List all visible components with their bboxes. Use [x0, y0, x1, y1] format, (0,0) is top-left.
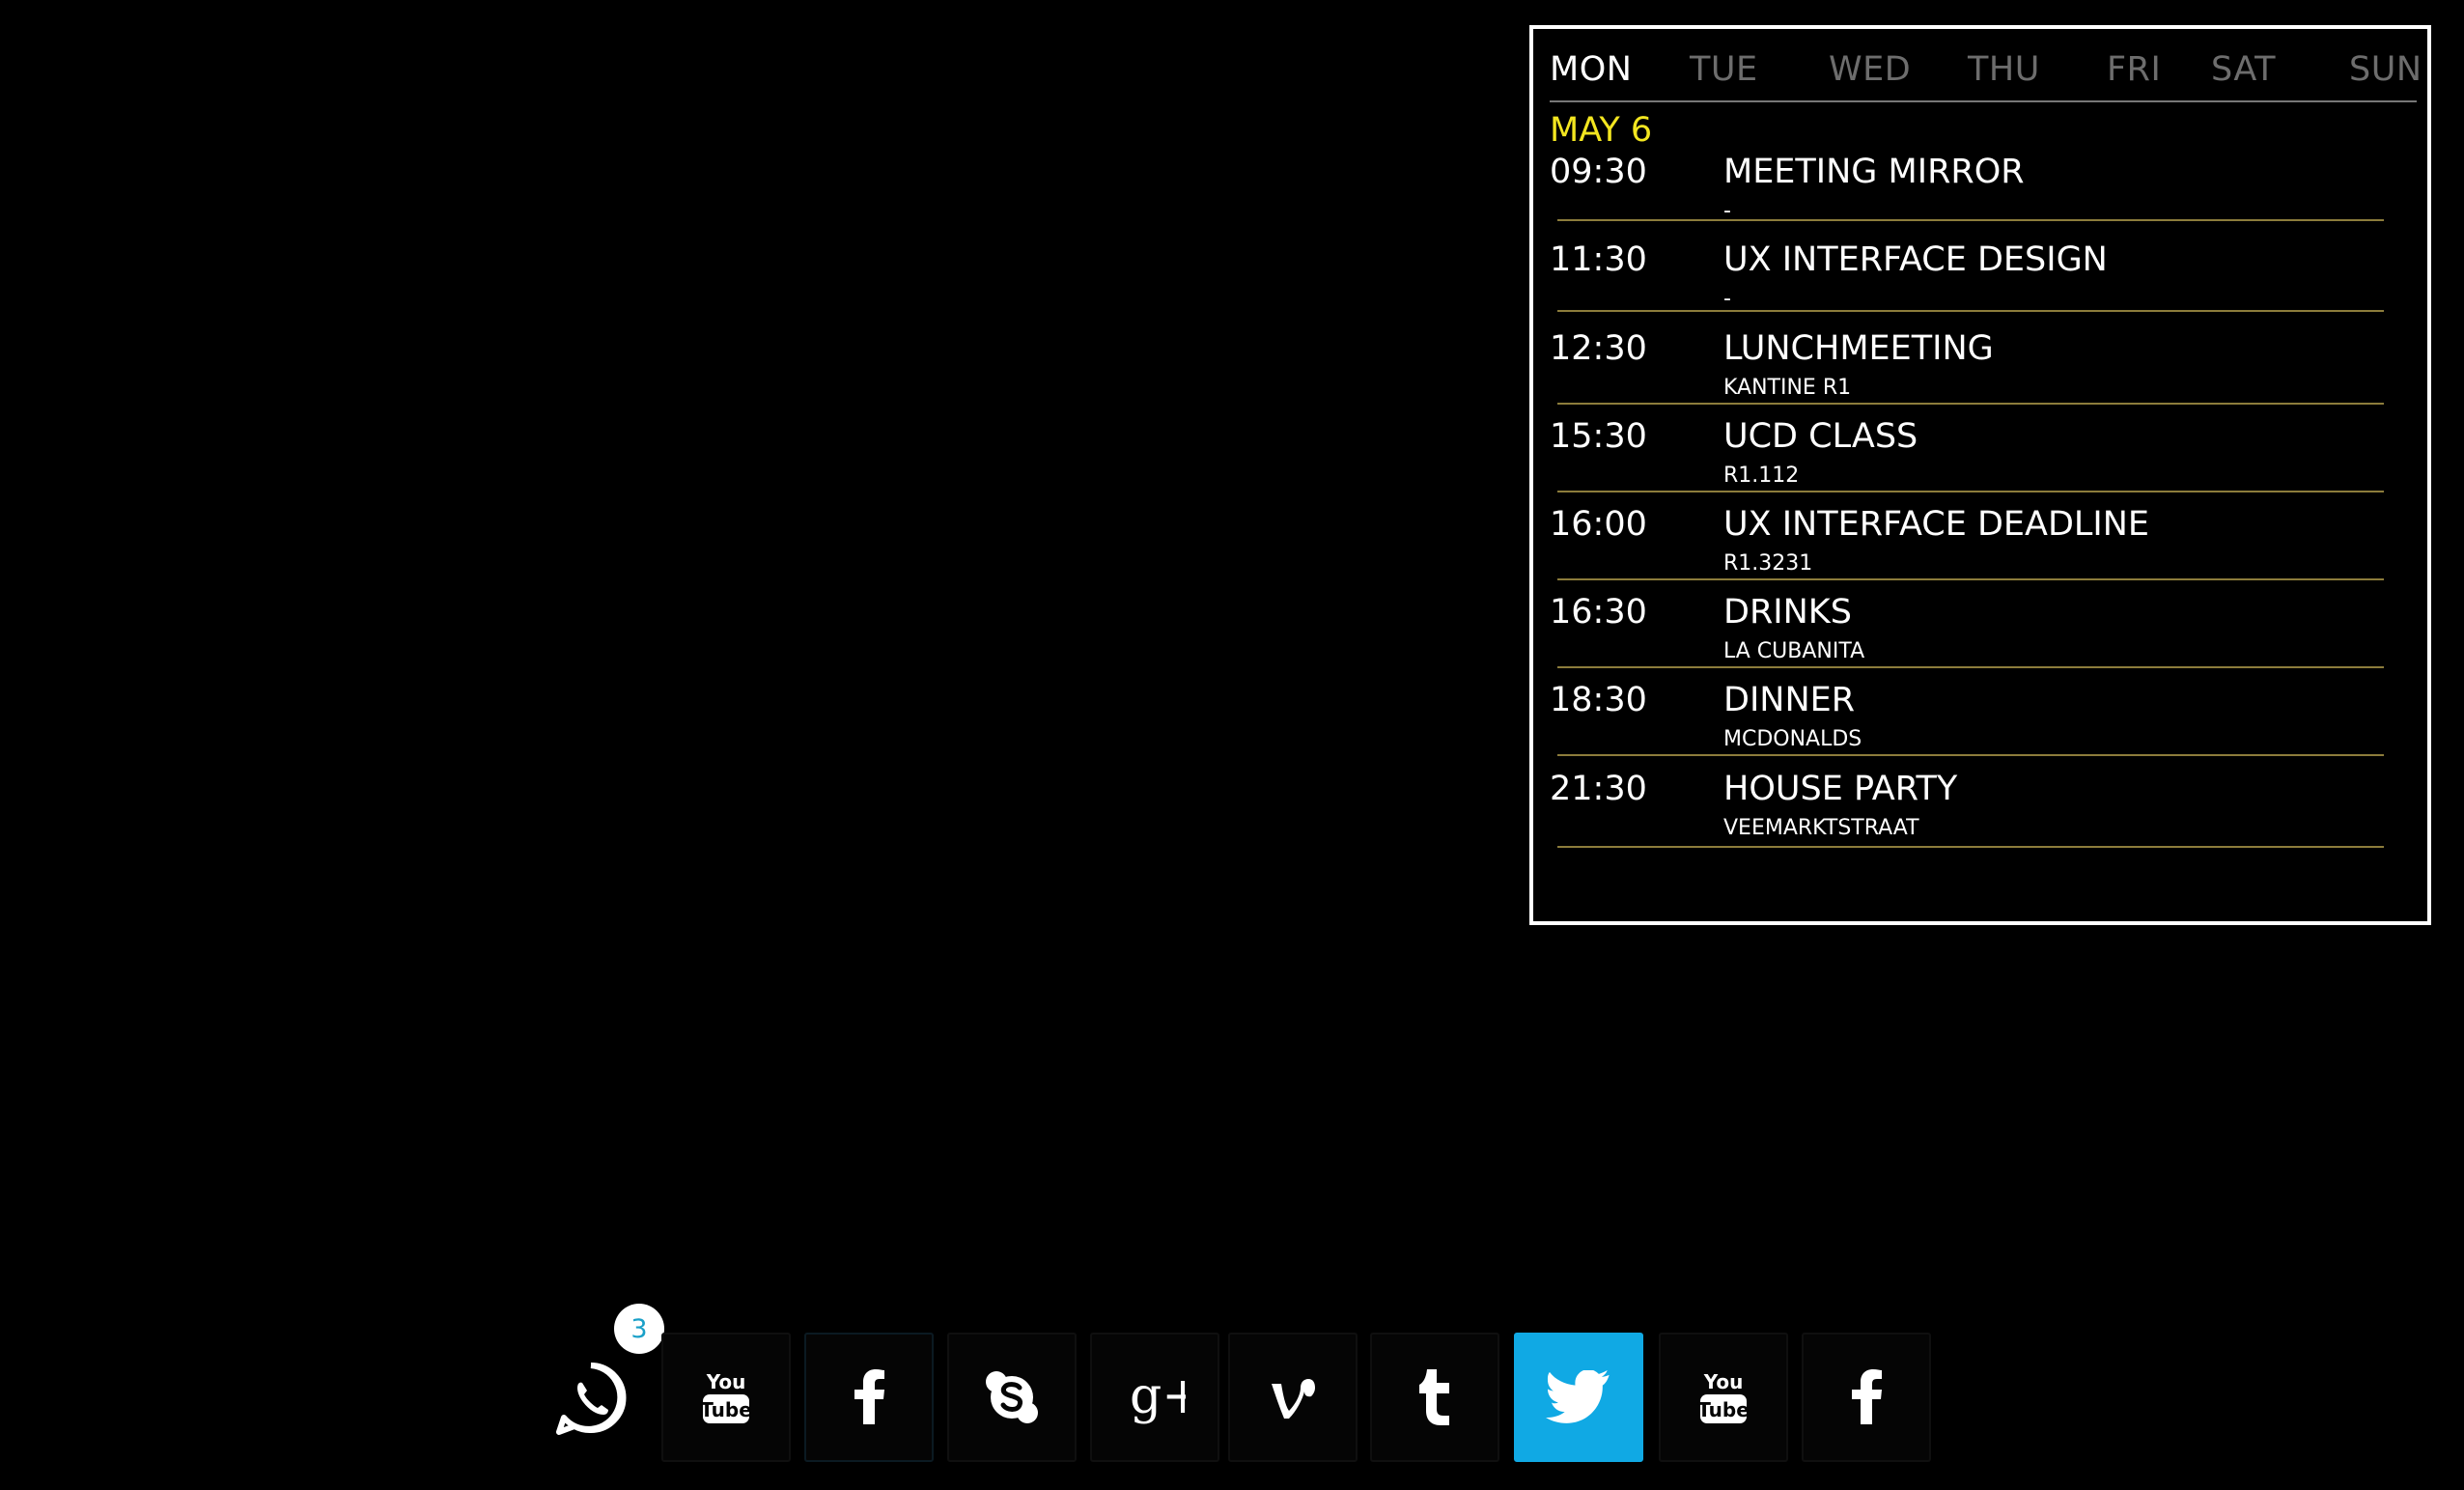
vine-button[interactable]: [1228, 1333, 1358, 1462]
tab-fri[interactable]: FRI: [2107, 50, 2161, 89]
event-location: VEEMARKTSTRAAT: [1723, 816, 1919, 840]
youtube-button[interactable]: You Tube: [1659, 1333, 1788, 1462]
twitter-button[interactable]: [1514, 1333, 1643, 1462]
event-time: 15:30: [1550, 417, 1647, 456]
tumblr-button[interactable]: [1370, 1333, 1499, 1462]
tab-tue[interactable]: TUE: [1690, 50, 1758, 89]
event-location: R1.112: [1723, 464, 1800, 488]
event-time: 18:30: [1550, 681, 1647, 719]
tab-wed[interactable]: WED: [1829, 50, 1911, 89]
tab-mon[interactable]: MON: [1550, 50, 1632, 89]
event-title: UCD CLASS: [1723, 417, 1918, 456]
whatsapp-button[interactable]: [550, 1358, 631, 1439]
svg-text:Tube: Tube: [700, 1398, 752, 1421]
event-divider: [1557, 666, 2384, 668]
youtube-icon: You Tube: [700, 1370, 752, 1423]
tab-sun[interactable]: SUN: [2349, 50, 2422, 89]
twitter-icon: [1546, 1370, 1610, 1423]
whatsapp-icon: [556, 1363, 627, 1435]
facebook-icon: [854, 1369, 884, 1424]
event-title: UX INTERFACE DESIGN: [1723, 240, 2108, 279]
calendar-widget: MON TUE WED THU FRI SAT SUN MAY 6 09:30 …: [1529, 25, 2431, 925]
google-plus-icon: g+: [1130, 1368, 1186, 1425]
event-divider: [1557, 403, 2384, 405]
event-divider: [1557, 491, 2384, 492]
event-title: MEETING MIRROR: [1723, 153, 2025, 191]
facebook-icon: [1852, 1369, 1882, 1424]
event-divider: [1557, 310, 2384, 312]
vine-icon: [1272, 1379, 1315, 1419]
event-time: 16:30: [1550, 593, 1647, 632]
event-title: DINNER: [1723, 681, 1856, 719]
event-divider: [1557, 754, 2384, 756]
facebook-button[interactable]: [1802, 1333, 1931, 1462]
event-time: 12:30: [1550, 329, 1647, 368]
event-title: UX INTERFACE DEADLINE: [1723, 505, 2150, 544]
event-time: 09:30: [1550, 153, 1647, 191]
event-location: R1.3231: [1723, 551, 1813, 576]
event-title: LUNCHMEETING: [1723, 329, 1994, 368]
youtube-icon: You Tube: [1697, 1370, 1750, 1423]
skype-icon: [986, 1371, 1038, 1423]
google-plus-button[interactable]: g+: [1090, 1333, 1219, 1462]
event-location: LA CUBANITA: [1723, 639, 1865, 663]
day-tabs: MON TUE WED THU FRI SAT SUN: [1550, 39, 2422, 102]
event-divider: [1557, 846, 2384, 848]
event-location: -: [1723, 287, 1731, 311]
event-title: HOUSE PARTY: [1723, 770, 1958, 808]
event-time: 16:00: [1550, 505, 1647, 544]
date-heading: MAY 6: [1550, 111, 1653, 150]
event-divider: [1557, 219, 2384, 221]
event-time: 21:30: [1550, 770, 1647, 808]
svg-text:Tube: Tube: [1697, 1398, 1750, 1421]
event-location: KANTINE R1: [1723, 376, 1852, 400]
notification-badge: 3: [614, 1304, 664, 1354]
event-title: DRINKS: [1723, 593, 1852, 632]
tab-sat[interactable]: SAT: [2211, 50, 2276, 89]
svg-text:You: You: [706, 1370, 746, 1393]
event-divider: [1557, 578, 2384, 580]
svg-text:g+: g+: [1130, 1368, 1186, 1425]
tab-thu[interactable]: THU: [1968, 50, 2040, 89]
tumblr-icon: [1419, 1369, 1449, 1425]
skype-button[interactable]: [947, 1333, 1077, 1462]
event-location: MCDONALDS: [1723, 727, 1862, 751]
svg-text:You: You: [1703, 1370, 1744, 1393]
youtube-button[interactable]: You Tube: [661, 1333, 791, 1462]
event-time: 11:30: [1550, 240, 1647, 279]
facebook-button[interactable]: [804, 1333, 934, 1462]
